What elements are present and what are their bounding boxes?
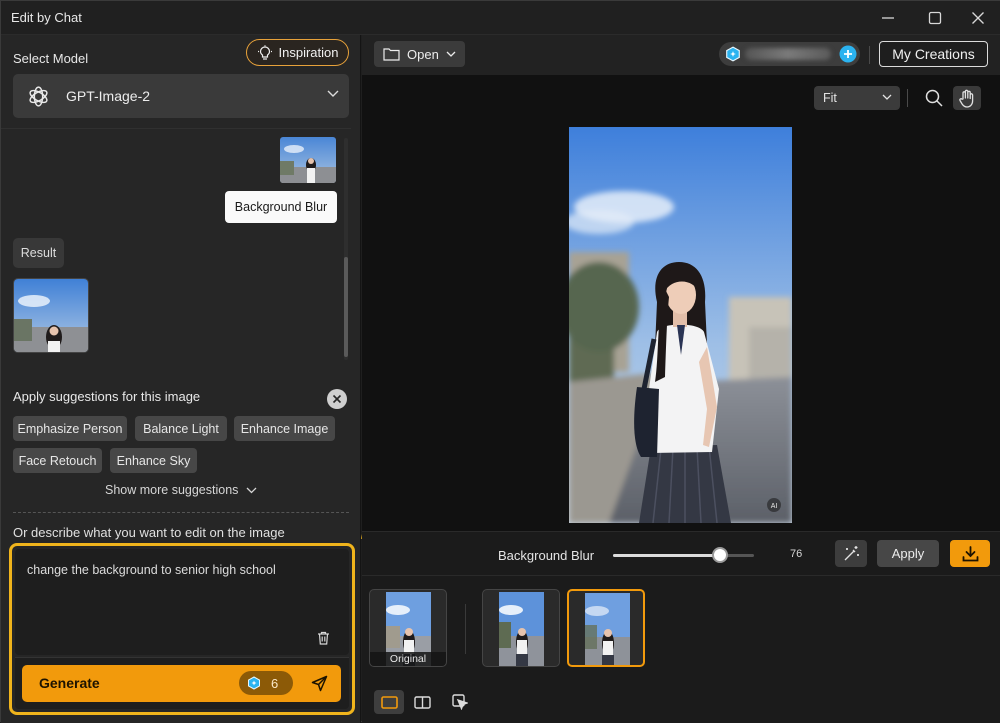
suggestion-chip-balance-light[interactable]: Balance Light <box>135 416 227 441</box>
editor-toolbar: Open My Creations <box>362 35 1000 75</box>
fit-label: Fit <box>823 91 837 105</box>
window-title: Edit by Chat <box>11 10 82 25</box>
title-bar: Edit by Chat <box>1 1 1000 35</box>
lightbulb-icon <box>257 44 272 60</box>
history-thumbnails: Original <box>362 575 1000 681</box>
open-button[interactable]: Open <box>374 41 465 67</box>
download-icon <box>962 545 978 561</box>
hand-icon <box>959 89 974 108</box>
compare-view-button[interactable] <box>445 690 475 714</box>
intensity-slider-handle[interactable] <box>712 547 729 563</box>
magic-wand-icon <box>844 546 859 561</box>
zoom-button[interactable] <box>920 86 948 110</box>
main-photo[interactable]: AI <box>569 127 792 523</box>
close-window-button[interactable] <box>958 5 998 31</box>
open-label: Open <box>407 46 439 62</box>
toolbar-divider <box>869 46 870 64</box>
canvas-toolbar-divider <box>907 89 908 107</box>
plus-icon[interactable] <box>839 45 857 63</box>
suggestion-chip-emphasize-person[interactable]: Emphasize Person <box>13 416 127 441</box>
chevron-down-icon <box>882 94 892 100</box>
my-creations-button[interactable]: My Creations <box>879 41 988 67</box>
model-name: GPT-Image-2 <box>66 88 151 104</box>
auto-enhance-button[interactable] <box>835 540 867 567</box>
close-icon <box>332 394 342 404</box>
ai-badge: AI <box>771 503 778 510</box>
app-window: Edit by Chat Select Model Inspiration GP… <box>0 0 1000 723</box>
apply-button[interactable]: Apply <box>877 540 939 567</box>
download-button[interactable] <box>950 540 990 567</box>
thumbnail-version-1[interactable] <box>482 589 560 667</box>
inspiration-label: Inspiration <box>278 45 339 60</box>
suggestion-chip-face-retouch[interactable]: Face Retouch <box>13 448 102 473</box>
credits-balance[interactable] <box>719 42 860 66</box>
inspiration-button[interactable]: Inspiration <box>246 39 349 66</box>
credits-amount-blurred <box>745 48 831 60</box>
chevron-down-icon <box>246 487 257 493</box>
thumbnail-divider <box>465 604 466 654</box>
maximize-icon <box>928 11 942 25</box>
single-view-icon <box>380 695 398 709</box>
chat-scroll-thumb[interactable] <box>344 257 348 357</box>
suggestions-title: Apply suggestions for this image <box>13 389 201 404</box>
pan-button[interactable] <box>953 86 981 110</box>
suggestion-chip-enhance-image[interactable]: Enhance Image <box>234 416 335 441</box>
credit-icon <box>726 46 740 62</box>
minimize-button[interactable] <box>868 5 908 31</box>
minimize-icon <box>882 17 894 19</box>
divider <box>13 512 349 513</box>
thumbnail-caption: Original <box>370 652 446 666</box>
show-more-label: Show more suggestions <box>105 483 239 497</box>
user-image-thumbnail[interactable] <box>280 137 336 183</box>
view-mode-bar <box>362 681 1000 723</box>
show-more-suggestions[interactable]: Show more suggestions <box>105 483 257 497</box>
thumbnail-original[interactable]: Original <box>369 589 447 667</box>
zoom-fit-select[interactable]: Fit <box>814 86 900 110</box>
thumbnail-version-2[interactable] <box>567 589 645 667</box>
compare-icon <box>452 694 468 710</box>
single-view-button[interactable] <box>374 690 404 714</box>
chat-history[interactable]: Background Blur Result <box>1 128 351 365</box>
model-select[interactable]: GPT-Image-2 <box>13 74 349 118</box>
effect-label: Background Blur <box>498 548 595 563</box>
user-message-bubble: Background Blur <box>225 191 337 223</box>
prompt-highlight-frame <box>9 543 355 715</box>
select-model-label: Select Model <box>13 51 89 66</box>
image-canvas[interactable]: Fit AI <box>362 75 1000 531</box>
split-view-icon <box>413 695 431 709</box>
split-view-button[interactable] <box>407 690 437 714</box>
result-image-thumbnail[interactable] <box>13 278 89 353</box>
folder-icon <box>383 48 400 61</box>
intensity-slider-fill <box>613 554 721 557</box>
close-icon <box>972 12 984 24</box>
chevron-down-icon <box>446 51 456 57</box>
effect-adjust-bar: Background Blur 76 Apply <box>362 531 1000 575</box>
result-label: Result <box>13 238 64 268</box>
openai-logo-icon <box>29 86 48 107</box>
intensity-value: 76 <box>790 548 803 560</box>
suggestion-chip-enhance-sky[interactable]: Enhance Sky <box>110 448 197 473</box>
describe-label: Or describe what you want to edit on the… <box>13 525 285 540</box>
editor-panel: Open My Creations Fit AI Background Blur… <box>362 35 1000 723</box>
maximize-button[interactable] <box>915 5 955 31</box>
chevron-down-icon <box>327 90 339 97</box>
zoom-icon <box>925 89 943 107</box>
close-suggestions-button[interactable] <box>327 389 347 409</box>
